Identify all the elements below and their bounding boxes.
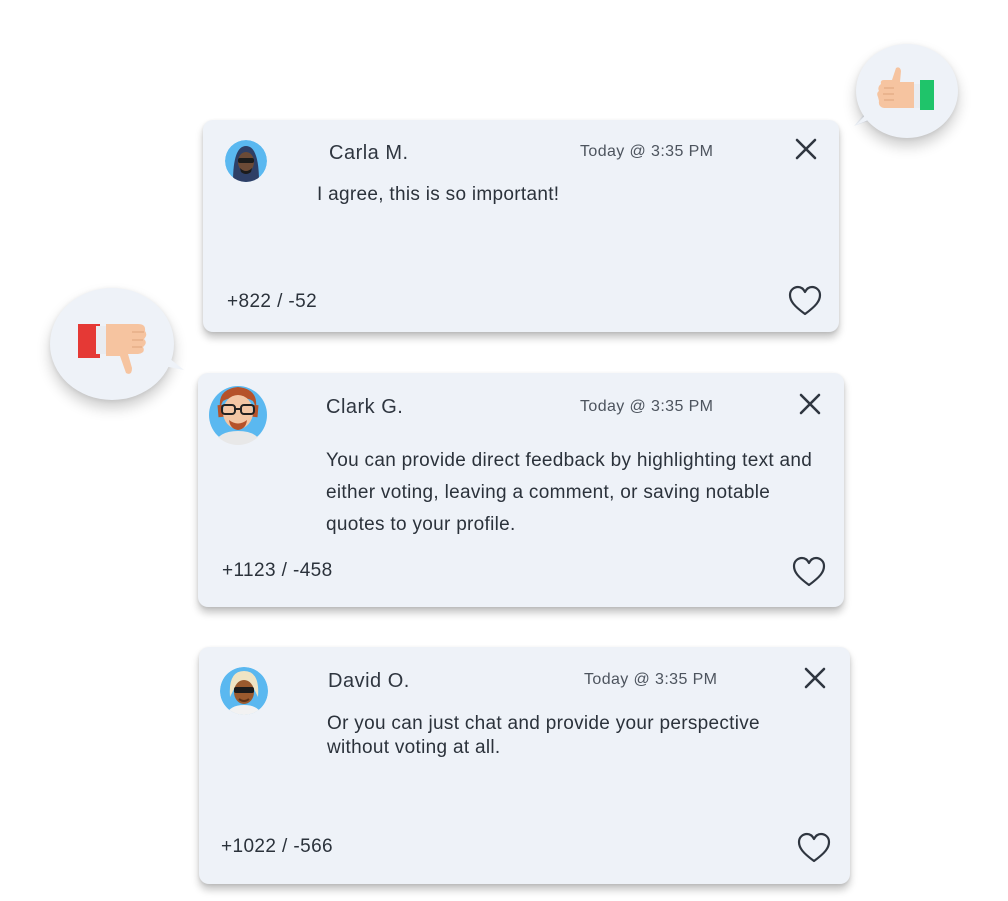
- comment-timestamp: Today @ 3:35 PM: [584, 671, 718, 688]
- heart-icon[interactable]: [797, 832, 831, 864]
- downvote-bubble-tail: [154, 346, 184, 370]
- comment-message: Or you can just chat and provide your pe…: [327, 713, 760, 758]
- heart-icon[interactable]: [792, 556, 826, 588]
- comment-author: Carla M.: [329, 142, 409, 164]
- vote-count: +822 / -52: [227, 291, 318, 312]
- comment-card: David O. Today @ 3:35 PM Or you can just…: [199, 647, 850, 884]
- comment-message: You can provide direct feedback by highl…: [326, 450, 813, 535]
- comment-card: Carla M. Today @ 3:35 PM I agree, this i…: [203, 120, 839, 332]
- vote-count: +1123 / -458: [222, 560, 333, 581]
- comment-card: Clark G. Today @ 3:35 PM You can provide…: [198, 373, 844, 607]
- comment-author: David O.: [328, 670, 410, 692]
- avatar: [220, 667, 268, 715]
- comment-timestamp: Today @ 3:35 PM: [580, 398, 714, 415]
- thumbs-up-icon: [877, 67, 934, 110]
- vote-count: +1022 / -566: [221, 836, 334, 857]
- comment-timestamp: Today @ 3:35 PM: [580, 143, 714, 160]
- comment-message: I agree, this is so important!: [317, 184, 560, 205]
- avatar: [225, 140, 267, 182]
- close-icon[interactable]: [797, 391, 823, 417]
- thumbs-down-icon: [78, 324, 147, 374]
- avatar: [208, 383, 268, 445]
- heart-icon[interactable]: [788, 285, 822, 317]
- close-icon[interactable]: [793, 136, 819, 162]
- close-icon[interactable]: [802, 665, 828, 691]
- comment-author: Clark G.: [326, 396, 404, 418]
